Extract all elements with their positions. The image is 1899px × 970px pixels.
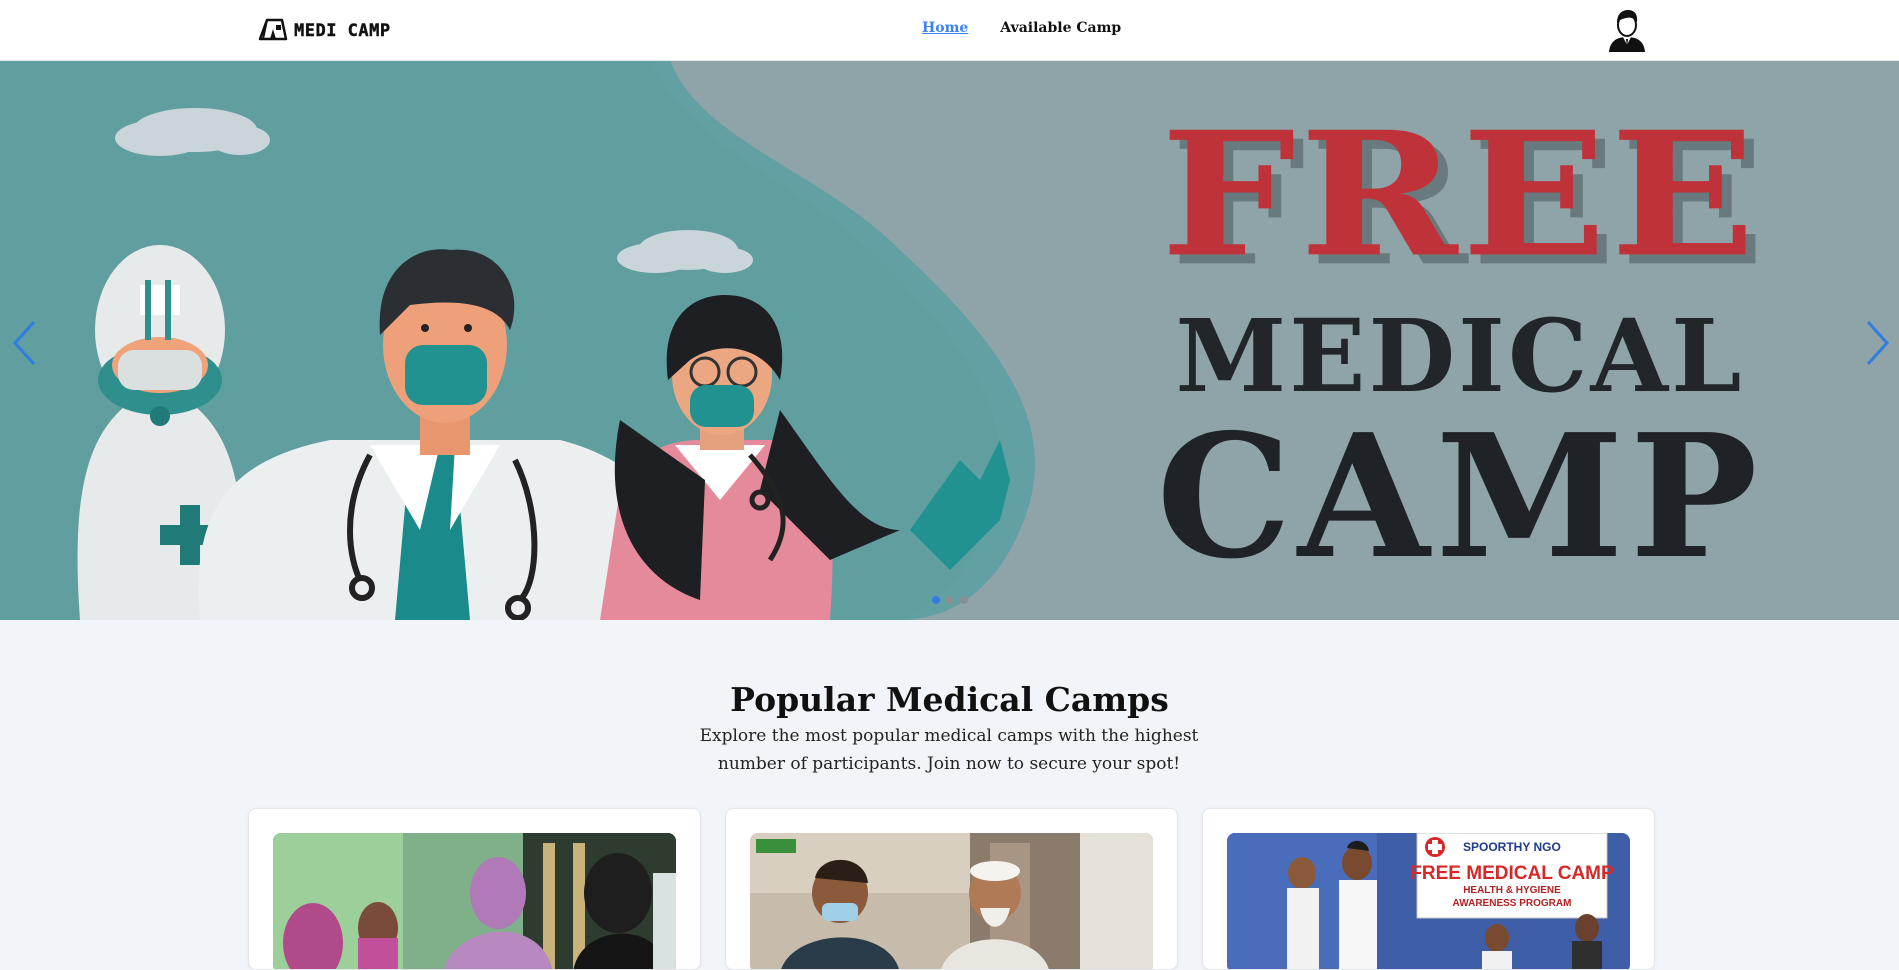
chevron-left-icon[interactable]	[10, 318, 38, 368]
carousel-dot-3[interactable]	[960, 596, 968, 604]
banner-org: SPOORTHY NGO	[1463, 840, 1561, 854]
navbar: MEDI CAMP Home Available Camp	[0, 0, 1899, 61]
chevron-right-icon[interactable]	[1864, 318, 1892, 368]
popular-section-subtitle: Explore the most popular medical camps w…	[699, 726, 1199, 774]
carousel-dot-2[interactable]	[946, 596, 954, 604]
banner-line-1: HEALTH & HYGIENE	[1463, 885, 1561, 896]
nav-home-link[interactable]: Home	[922, 20, 968, 36]
user-avatar-icon[interactable]	[1606, 8, 1648, 52]
carousel-pagination	[932, 596, 968, 604]
nav-available-camp-link[interactable]: Available Camp	[1000, 20, 1121, 36]
hero-text-camp: CAMP	[1156, 397, 1764, 597]
main-nav: Home Available Camp	[922, 20, 1121, 36]
camp-card-1[interactable]	[248, 808, 701, 970]
camp-card-2[interactable]	[725, 808, 1178, 970]
banner-headline: FREE MEDICAL CAMP	[1410, 863, 1614, 884]
popular-section-title: Popular Medical Camps	[730, 680, 1169, 719]
carousel-dot-1[interactable]	[932, 596, 940, 604]
camp-photo-free-medical-camp-banner: SPOORTHY NGO FREE MEDICAL CAMP HEALTH & …	[1227, 833, 1630, 969]
camp-photo-women-patients	[273, 833, 676, 969]
banner-line-2: AWARENESS PROGRAM	[1453, 898, 1572, 909]
hero-headline: FREE MEDICAL CAMP	[1140, 100, 1780, 582]
tent-icon	[258, 17, 288, 45]
camp-card-3[interactable]: SPOORTHY NGO FREE MEDICAL CAMP HEALTH & …	[1202, 808, 1655, 970]
camp-photo-doctor-elderly-man	[750, 833, 1153, 969]
logo-text: MEDI CAMP	[294, 21, 391, 41]
logo[interactable]: MEDI CAMP	[258, 18, 391, 44]
hero-text-medical: MEDICAL	[1175, 297, 1745, 415]
hero-carousel: FREE MEDICAL CAMP	[0, 60, 1899, 620]
hero-text-free: FREE	[1160, 94, 1760, 295]
